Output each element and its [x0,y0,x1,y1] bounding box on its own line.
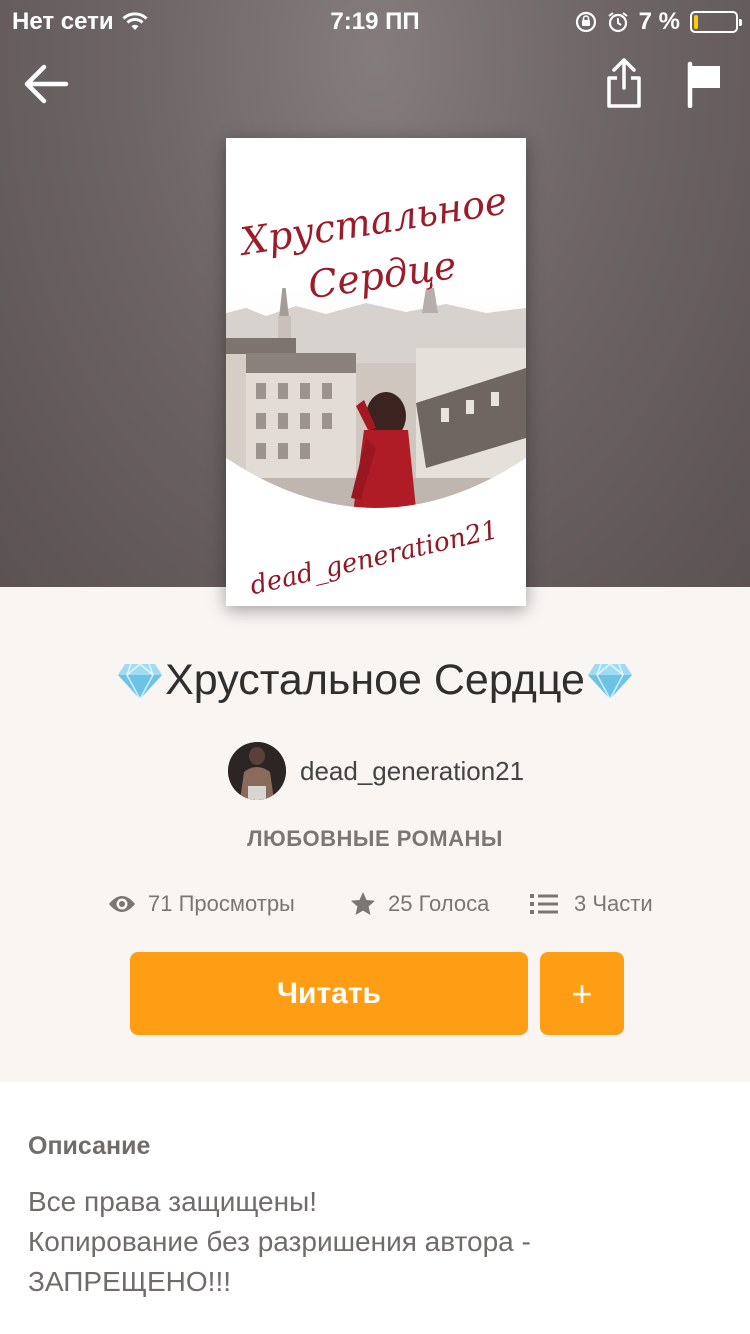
star-icon [351,892,375,915]
description-text: Все права защищены! Копирование без разр… [28,1182,728,1302]
description-line: ЗАПРЕЩЕНО!!! [28,1266,232,1297]
cover-image: Хрустальное Сердце dead_generation21 [226,138,526,606]
author-name: dead_generation21 [300,755,525,786]
share-icon[interactable] [604,56,644,110]
genre-link[interactable]: ЛЮБОВНЫЕ РОМАНЫ [0,826,750,852]
battery-icon [690,11,742,33]
book-title: Хрустальное Сердце [0,656,750,705]
rotation-lock-icon [575,11,596,33]
add-to-library-button[interactable]: + [540,952,624,1035]
avatar [228,742,286,800]
hero-header: Нет сети 7:19 ПП 7 % Хрустальное Сердце … [0,0,750,606]
description-heading: Описание [28,1132,151,1160]
battery-percent: 7 % [638,8,680,35]
description-section: Описание Все права защищены! Копирование… [0,1082,750,1334]
alarm-icon [608,12,628,33]
description-line: Копирование без разришения автора - [28,1226,531,1257]
description-line: Все права защищены! [28,1186,317,1217]
book-cover[interactable]: Хрустальное Сердце dead_generation21 [226,138,526,606]
read-button[interactable]: Читать [130,952,528,1035]
status-indicators: 7 % [575,8,742,36]
gem-icon [118,662,163,701]
parts-count: 3 Части [574,891,653,916]
votes-count: 25 Голоса [388,891,490,916]
read-button-label: Читать [276,976,382,1010]
battery-level [694,15,698,29]
stat-parts: 3 Части [530,886,653,922]
arrow-left-icon[interactable] [22,62,70,106]
flag-icon[interactable] [684,60,724,108]
stats-row: 71 Просмотры 25 Голоса 3 Части [0,886,750,922]
stat-views: 71 Просмотры [108,886,295,922]
author-link[interactable]: dead_generation21 [228,740,524,802]
views-count: 71 Просмотры [148,891,295,916]
avatar-image [228,742,286,800]
status-bar: Нет сети 7:19 ПП 7 % [0,0,750,40]
list-icon [530,894,558,914]
gem-icon [587,662,632,701]
eye-icon [109,896,135,912]
book-title-text: Хрустальное Сердце [165,656,585,704]
plus-icon: + [571,972,593,1014]
stat-votes: 25 Голоса [350,886,489,922]
